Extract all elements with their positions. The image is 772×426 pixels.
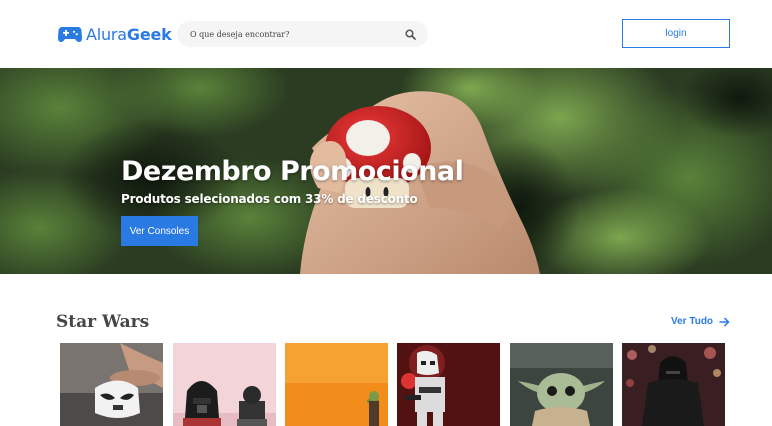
gamepad-icon xyxy=(58,27,82,42)
search-bar xyxy=(177,21,428,47)
logo-brand-bold: Geek xyxy=(126,24,172,44)
product-card[interactable] xyxy=(622,343,725,426)
product-list xyxy=(0,343,772,426)
header: AluraGeek login xyxy=(0,0,772,68)
logo-text: AluraGeek xyxy=(86,25,172,44)
product-image-yoda-orange xyxy=(285,343,388,426)
logo-brand-light: Alura xyxy=(86,24,127,44)
see-all-label: Ver Tudo xyxy=(671,316,714,327)
product-image-vader-lego xyxy=(173,343,276,426)
ver-consoles-button[interactable]: Ver Consoles xyxy=(121,216,198,246)
product-image-baby-yoda xyxy=(510,343,613,426)
hero-title: Dezembro Promocional xyxy=(121,156,464,187)
product-card[interactable] xyxy=(510,343,613,426)
hero-banner: Dezembro Promocional Produtos selecionad… xyxy=(0,68,772,274)
arrow-right-icon xyxy=(719,316,730,327)
section-title: Star Wars xyxy=(56,312,150,332)
product-card[interactable] xyxy=(173,343,276,426)
product-image-kylo-ren xyxy=(622,343,725,426)
search-input[interactable] xyxy=(188,28,397,40)
login-button[interactable]: login xyxy=(622,19,730,48)
search-icon[interactable] xyxy=(405,29,416,40)
product-card[interactable] xyxy=(397,343,500,426)
product-card[interactable] xyxy=(60,343,163,426)
product-image-stormtrooper-bank xyxy=(60,343,163,426)
product-card[interactable] xyxy=(285,343,388,426)
hero-subtitle: Produtos selecionados com 33% de descont… xyxy=(121,192,418,206)
logo[interactable]: AluraGeek xyxy=(58,23,172,45)
see-all-link[interactable]: Ver Tudo xyxy=(671,316,730,327)
product-image-stormtrooper-figure xyxy=(397,343,500,426)
